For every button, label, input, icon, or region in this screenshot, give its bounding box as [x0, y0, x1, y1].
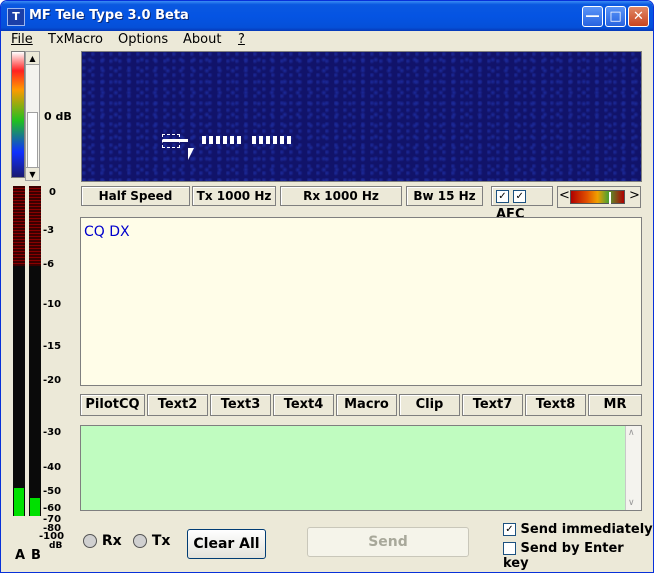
macro-button-text4[interactable]: Text4: [273, 394, 334, 416]
tx-text-area[interactable]: ∧ ∨: [80, 425, 642, 511]
scroll-down-icon[interactable]: ∨: [628, 498, 635, 508]
close-button[interactable]: ✕: [628, 6, 649, 27]
menu-about[interactable]: About: [183, 32, 221, 47]
tune-right-icon[interactable]: >: [629, 188, 640, 203]
meter-level-b: [30, 498, 40, 516]
macro-button-clip[interactable]: Clip: [399, 394, 460, 416]
tune-left-icon[interactable]: <: [559, 188, 570, 203]
title-bar[interactable]: T MF Tele Type 3.0 Beta ― □ ✕: [1, 1, 653, 31]
send-by-enter-label: Send by Enter key: [503, 541, 624, 571]
signal-trace: [252, 136, 294, 144]
meter-red-zone: [29, 186, 41, 266]
scroll-up-icon[interactable]: ▲: [26, 52, 39, 65]
afc-toggle[interactable]: ✓ ✓ AFC: [491, 186, 553, 222]
meter-tick: -60: [43, 503, 62, 514]
meter-tick: -40: [43, 462, 62, 473]
meter-red-zone: [13, 186, 25, 266]
rx-indicator: Rx: [83, 533, 122, 549]
meter-tick: -6: [43, 259, 55, 270]
menu-help[interactable]: ?: [238, 32, 245, 47]
macro-button-mr[interactable]: MR: [588, 394, 642, 416]
app-icon: T: [7, 8, 25, 26]
tuning-bar: [570, 190, 625, 204]
gain-slider[interactable]: ▲ ▼: [25, 51, 40, 181]
rx-text-area[interactable]: CQ DX: [80, 217, 642, 386]
meter-label-b: B: [31, 548, 41, 563]
gain-label: 0 dB: [44, 110, 72, 123]
meter-level-a: [14, 488, 24, 516]
bandwidth[interactable]: Bw 15 Hz: [406, 186, 483, 206]
minimize-button[interactable]: ―: [582, 6, 603, 27]
macro-button-text3[interactable]: Text3: [210, 394, 271, 416]
scroll-down-icon[interactable]: ▼: [26, 167, 39, 180]
signal-trace: [163, 139, 188, 142]
macro-button-text8[interactable]: Text8: [525, 394, 586, 416]
tx-frequency[interactable]: Tx 1000 Hz: [192, 186, 276, 206]
rx-radio-icon: [83, 534, 97, 548]
meter-label-a: A: [15, 548, 26, 563]
clear-all-button[interactable]: Clear All: [187, 529, 266, 559]
meter-tick: 0: [49, 187, 56, 198]
gain-slider-thumb[interactable]: [27, 112, 38, 168]
tx-label: Tx: [151, 533, 171, 549]
macro-button-bar: PilotCQ Text2 Text3 Text4 Macro Clip Tex…: [80, 394, 642, 416]
maximize-icon: □: [609, 9, 622, 24]
send-by-enter-option[interactable]: Send by Enter key: [503, 541, 653, 571]
meter-tick: -20: [43, 375, 62, 386]
tuning-marker: [609, 192, 611, 204]
level-meter-a: [13, 186, 25, 516]
menu-options[interactable]: Options: [118, 32, 168, 47]
send-immediately-label: Send immediately: [520, 522, 653, 537]
rx-frequency[interactable]: Rx 1000 Hz: [280, 186, 402, 206]
menu-file[interactable]: File: [11, 32, 33, 47]
close-icon: ✕: [633, 9, 644, 24]
maximize-button[interactable]: □: [605, 6, 626, 27]
meter-tick: -10: [43, 299, 62, 310]
macro-button-text7[interactable]: Text7: [462, 394, 523, 416]
macro-button-macro[interactable]: Macro: [336, 394, 397, 416]
rx-label: Rx: [101, 533, 122, 549]
tuning-indicator[interactable]: < >: [557, 186, 641, 208]
macro-button-pilotcq[interactable]: PilotCQ: [80, 394, 145, 416]
signal-trace: [202, 136, 244, 144]
level-meter-b: [29, 186, 41, 516]
send-button[interactable]: Send: [307, 527, 469, 557]
minimize-icon: ―: [586, 9, 599, 24]
mouse-cursor-icon: [188, 148, 194, 160]
meter-tick: -50: [43, 486, 62, 497]
send-immediately-checkbox[interactable]: ✓: [503, 523, 516, 536]
macro-button-text2[interactable]: Text2: [147, 394, 208, 416]
send-immediately-option[interactable]: ✓ Send immediately: [503, 522, 653, 537]
meter-tick: -3: [43, 225, 55, 236]
tx-scrollbar[interactable]: ∧ ∨: [625, 426, 641, 510]
afc-checkbox-icon[interactable]: ✓: [496, 190, 509, 203]
menu-txmacro[interactable]: TxMacro: [48, 32, 103, 47]
rx-text: CQ DX: [84, 224, 130, 240]
send-by-enter-checkbox[interactable]: [503, 542, 516, 555]
meter-tick: -15: [43, 341, 62, 352]
meter-unit: dB: [49, 541, 63, 551]
menu-bar: File TxMacro Options About ?: [1, 31, 653, 50]
scroll-up-icon[interactable]: ∧: [628, 428, 635, 438]
afc-checkbox[interactable]: ✓: [513, 190, 527, 203]
color-scale-bar: [11, 51, 25, 178]
tx-indicator: Tx: [133, 533, 170, 549]
app-window: T MF Tele Type 3.0 Beta ― □ ✕ File TxMac…: [0, 0, 654, 573]
waterfall-display[interactable]: [81, 51, 642, 182]
speed-indicator[interactable]: Half Speed: [81, 186, 190, 206]
tx-radio-icon: [133, 534, 147, 548]
window-title: MF Tele Type 3.0 Beta: [29, 8, 189, 23]
meter-tick: -30: [43, 427, 62, 438]
